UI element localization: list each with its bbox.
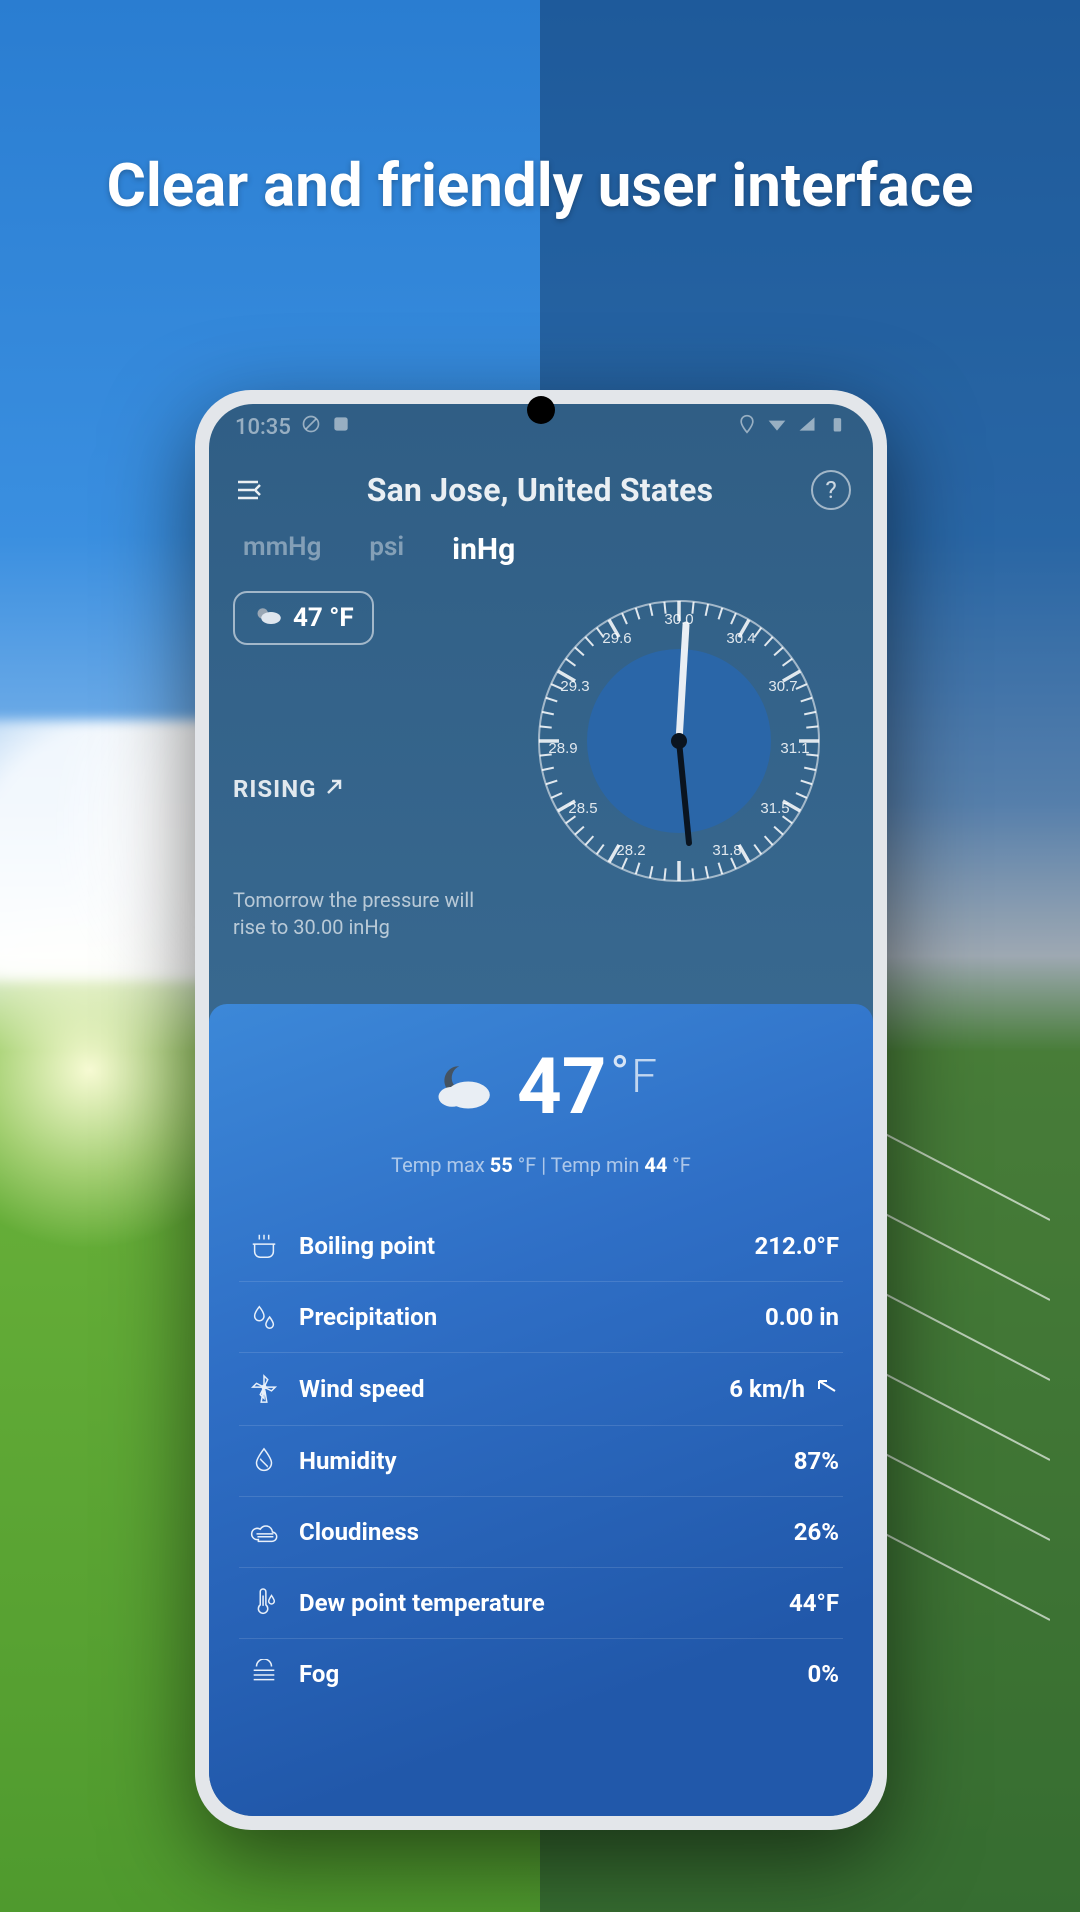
- min-prefix: Temp min: [551, 1153, 645, 1177]
- current-temp-chip[interactable]: 47 °F: [233, 591, 374, 645]
- chip-temp: 47 °F: [293, 603, 354, 633]
- svg-text:28.9: 28.9: [548, 740, 577, 757]
- metric-cloudiness: Cloudiness 26%: [239, 1497, 843, 1568]
- svg-text:31.1: 31.1: [780, 740, 809, 757]
- svg-text:29.3: 29.3: [560, 678, 589, 695]
- unit-psi[interactable]: psi: [369, 532, 404, 567]
- svg-text:30.7: 30.7: [768, 678, 797, 695]
- wind-value-text: 6 km/h: [729, 1375, 805, 1403]
- partly-cloudy-icon: [253, 603, 283, 633]
- pressure-trend: RISING: [233, 775, 529, 803]
- metric-value: 44°F: [789, 1589, 839, 1617]
- metric-value: 0%: [807, 1660, 839, 1688]
- do-not-disturb-icon: [301, 414, 321, 440]
- min-unit: °F: [667, 1153, 691, 1177]
- promo-headline: Clear and friendly user interface: [0, 150, 1080, 221]
- help-button[interactable]: ?: [811, 470, 851, 510]
- metric-label: Precipitation: [285, 1303, 765, 1331]
- trend-label: RISING: [233, 775, 316, 803]
- metric-label: Wind speed: [285, 1375, 729, 1403]
- metric-value: 26%: [794, 1518, 839, 1546]
- metric-label: Cloudiness: [285, 1518, 794, 1546]
- temp-min-max: Temp max 55 °F | Temp min 44 °F: [239, 1153, 843, 1177]
- metric-value: 87%: [794, 1447, 839, 1475]
- humidity-icon: [243, 1446, 285, 1476]
- forecast-note: Tomorrow the pressure will rise to 30.00…: [233, 887, 493, 941]
- metric-fog: Fog 0%: [239, 1639, 843, 1709]
- svg-text:29.6: 29.6: [602, 630, 631, 647]
- svg-text:31.5: 31.5: [760, 800, 789, 817]
- svg-text:28.2: 28.2: [616, 842, 645, 859]
- status-time: 10:35: [235, 415, 291, 440]
- metric-value: 212.0°F: [754, 1232, 839, 1260]
- svg-text:28.5: 28.5: [568, 800, 597, 817]
- details-card: 47 ° F Temp max 55 °F | Temp min 44 °F: [209, 1004, 873, 1816]
- metric-dew-point: Dew point temperature 44°F: [239, 1568, 843, 1639]
- minmax-sep: |: [536, 1153, 550, 1177]
- min-value: 44: [644, 1153, 667, 1177]
- pressure-gauge: 30.0 30.4 30.7 31.1 31.5 31.8 28.2 28.5 …: [529, 591, 829, 891]
- svg-text:31.8: 31.8: [712, 842, 741, 859]
- fog-icon: [243, 1659, 285, 1689]
- night-partly-cloudy-icon: [425, 1058, 497, 1118]
- thermometer-drop-icon: [243, 1588, 285, 1618]
- metric-label: Boiling point: [285, 1232, 754, 1260]
- metric-label: Fog: [285, 1660, 807, 1688]
- max-prefix: Temp max: [391, 1153, 490, 1177]
- app-badge-icon: [331, 414, 351, 440]
- arrow-up-right-icon: [324, 775, 344, 803]
- location-icon: [737, 414, 757, 440]
- raindrops-icon: [243, 1302, 285, 1332]
- pot-icon: [243, 1231, 285, 1261]
- unit-mmhg[interactable]: mmHg: [243, 532, 321, 567]
- metric-value: 0.00 in: [765, 1303, 839, 1331]
- metric-label: Dew point temperature: [285, 1589, 789, 1617]
- phone-frame: 10:35: [195, 390, 887, 1830]
- wifi-icon: [767, 414, 787, 440]
- location-title: San Jose, United States: [283, 471, 797, 509]
- metric-label: Humidity: [285, 1447, 794, 1475]
- svg-text:30.4: 30.4: [726, 630, 755, 647]
- max-unit: °F: [513, 1153, 537, 1177]
- metric-value: 6 km/h: [729, 1373, 839, 1405]
- metric-list: Boiling point 212.0°F Precipitation 0.00…: [239, 1211, 843, 1709]
- metric-humidity: Humidity 87%: [239, 1426, 843, 1497]
- current-temp-unit: F: [631, 1050, 657, 1104]
- cloud-icon: [243, 1517, 285, 1547]
- current-temp-value: 47: [517, 1042, 607, 1133]
- signal-icon: [797, 414, 817, 440]
- unit-selector: mmHg psi inHg: [209, 528, 873, 585]
- current-weather: 47 ° F: [239, 1042, 843, 1133]
- svg-text:30.0: 30.0: [664, 611, 693, 628]
- battery-icon: [827, 414, 847, 440]
- windmill-icon: [243, 1374, 285, 1404]
- metric-precipitation: Precipitation 0.00 in: [239, 1282, 843, 1353]
- metric-boiling-point: Boiling point 212.0°F: [239, 1211, 843, 1282]
- wind-direction-arrow-icon: [813, 1373, 839, 1405]
- max-value: 55: [490, 1153, 513, 1177]
- menu-button[interactable]: [231, 471, 269, 509]
- phone-screen: 10:35: [209, 404, 873, 1816]
- degree-symbol: °: [610, 1046, 629, 1104]
- phone-notch: [527, 396, 555, 424]
- unit-inhg[interactable]: inHg: [452, 532, 515, 567]
- metric-wind-speed: Wind speed 6 km/h: [239, 1353, 843, 1426]
